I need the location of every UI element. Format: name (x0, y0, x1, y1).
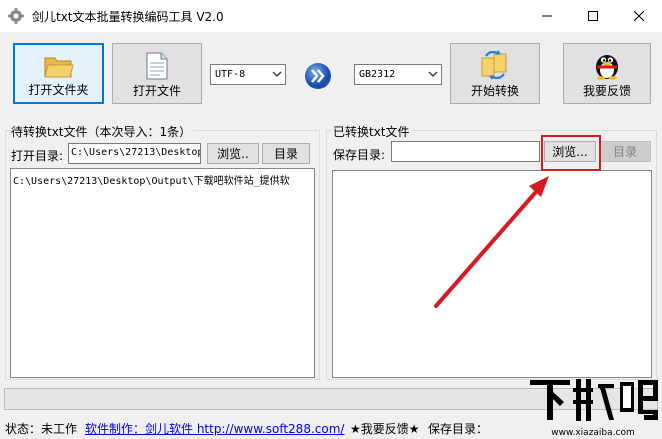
open-file-button[interactable]: 打开文件 (112, 43, 202, 104)
close-button[interactable] (616, 0, 662, 32)
highlight-box (541, 135, 601, 171)
close-icon (634, 11, 644, 21)
chevron-down-icon (428, 71, 438, 77)
target-encoding-value: GB2312 (359, 69, 396, 80)
minimize-button[interactable] (524, 0, 570, 32)
save-dir-label: 保存目录: (333, 148, 386, 162)
pending-files-list[interactable]: C:\Users\27213\Desktop\Output\下载吧软件站_提供软 (10, 168, 315, 378)
window-title: 剑儿txt文本批量转换编码工具 V2.0 (32, 10, 224, 24)
watermark-url: www.xiazaiba.com (551, 428, 635, 438)
open-folder-label: 打开文件夹 (28, 83, 89, 97)
maximize-button[interactable] (570, 0, 616, 32)
status-label: 状态： (5, 422, 42, 436)
source-encoding-select[interactable]: UTF-8 (210, 64, 286, 85)
open-folder-button[interactable]: 打开文件夹 (13, 43, 104, 104)
left-browse-button[interactable]: 浏览.. (207, 143, 259, 164)
status-value: 未工作 (41, 422, 78, 436)
source-encoding-value: UTF-8 (215, 69, 246, 80)
right-dir-button: 目录 (599, 141, 651, 162)
save-dir-input[interactable] (391, 141, 540, 162)
list-item[interactable]: C:\Users\27213\Desktop\Output\下载吧软件站_提供软 (13, 172, 309, 187)
folder-icon (43, 57, 74, 78)
start-convert-button[interactable]: 开始转换 (450, 43, 540, 104)
start-convert-label: 开始转换 (470, 84, 519, 98)
left-dir-button[interactable]: 目录 (262, 143, 310, 164)
status-feedback-link[interactable]: ★我要反馈★ (350, 420, 420, 437)
open-dir-label: 打开目录: (11, 149, 64, 163)
feedback-label: 我要反馈 (582, 84, 631, 98)
maximize-icon (588, 11, 598, 21)
converted-files-group-title: 已转换txt文件 (331, 123, 412, 140)
converted-files-list[interactable] (332, 170, 652, 378)
double-chevron-right-icon (305, 63, 331, 89)
open-dir-input[interactable]: C:\Users\27213\Desktop (68, 143, 201, 164)
document-icon (146, 52, 168, 80)
title-bar: 剑儿txt文本批量转换编码工具 V2.0 (0, 0, 662, 32)
maker-link[interactable]: 软件制作：剑儿软件 http://www.soft288.com/ (85, 420, 344, 437)
chevron-down-icon (272, 71, 282, 77)
gear-icon (8, 8, 24, 24)
xiazaiba-watermark: www.xiazaiba.com (530, 379, 658, 438)
pending-files-group-title: 待转换txt文件（本次导入：1条） (9, 123, 194, 140)
feedback-button[interactable]: 我要反馈 (563, 43, 651, 104)
open-file-label: 打开文件 (132, 84, 181, 98)
convert-files-icon (481, 50, 507, 80)
penguin-icon (596, 55, 618, 80)
status-save-dir-label: 保存目录： (428, 422, 489, 436)
target-encoding-select[interactable]: GB2312 (354, 64, 442, 85)
minimize-icon (542, 15, 552, 17)
